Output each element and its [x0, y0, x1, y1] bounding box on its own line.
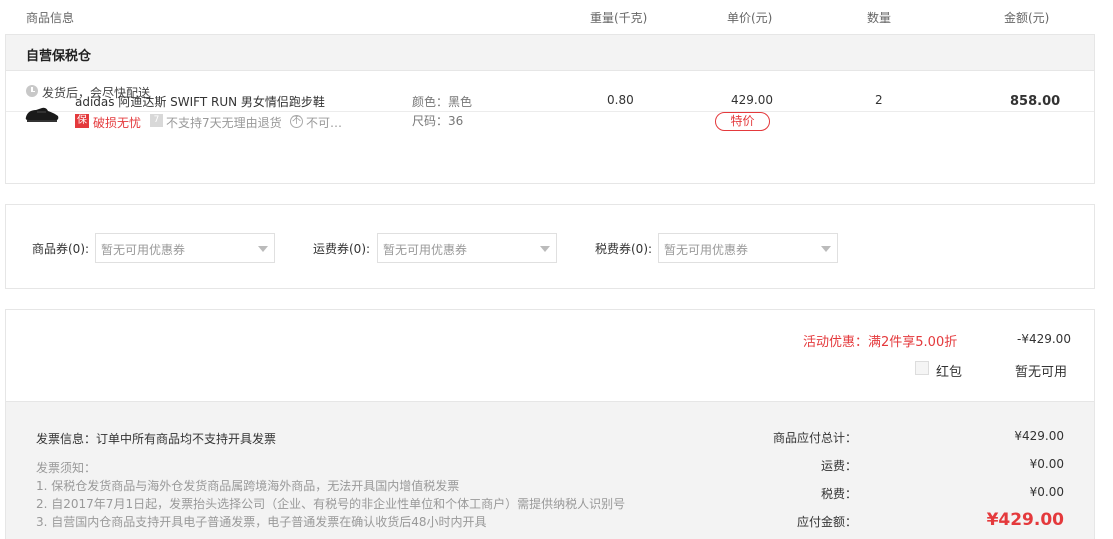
- shipping-coupon-select[interactable]: 暂无可用优惠券: [377, 233, 557, 263]
- red-packet-checkbox[interactable]: [915, 361, 929, 375]
- tax-fee-value: ¥0.00: [1029, 485, 1064, 499]
- chevron-down-icon: [540, 246, 550, 252]
- payable-label: 应付金额：: [796, 515, 857, 529]
- header-unit-price: 单价(元): [727, 11, 773, 25]
- goods-total-value: ¥429.00: [1014, 429, 1064, 443]
- shipping-fee-value: ¥0.00: [1029, 457, 1064, 471]
- goods-coupon-value: 暂无可用优惠券: [101, 243, 186, 257]
- chevron-down-icon: [821, 246, 831, 252]
- red-packet-value: 暂无可用: [1015, 365, 1068, 380]
- damage-protection-icon: 保: [75, 114, 89, 128]
- goods-total-label: 商品应付总计：: [772, 431, 857, 445]
- warehouse-title: 自营保税仓: [26, 49, 92, 64]
- discount-area: 活动优惠：满2件享5.00折 -¥429.00 红包 暂无可用: [6, 310, 1094, 402]
- invoice-note-3: 3. 自营国内仓商品支持开具电子普通发票，电子普通发票在确认收货后48小时内开具: [36, 515, 487, 529]
- item-quantity: 2: [875, 93, 883, 107]
- size-label: 尺码：: [412, 114, 449, 128]
- tax-coupon-label: 税费券(0):: [595, 242, 653, 256]
- not-allowed-tag[interactable]: 不可…: [306, 114, 342, 131]
- coupon-section: 商品券(0): 暂无可用优惠券 运费券(0): 暂无可用优惠券 税费券(0): …: [5, 204, 1095, 289]
- warehouse-title-bar: 自营保税仓: [6, 35, 1094, 71]
- color-label: 颜色：: [412, 95, 449, 109]
- invoice-note-1: 1. 保税仓发货商品与海外仓发货商品属跨境海外商品，无法开具国内增值税发票: [36, 479, 460, 493]
- item-unit-price: 429.00: [731, 93, 773, 107]
- product-name[interactable]: adidas 阿迪达斯 SWIFT RUN 男女情侣跑步鞋: [75, 93, 325, 110]
- tax-fee-label: 税费：: [820, 487, 857, 501]
- payable-amount: ¥429.00: [986, 510, 1064, 530]
- tax-coupon-value: 暂无可用优惠券: [664, 243, 749, 257]
- invoice-info: 发票信息：订单中所有商品均不支持开具发票: [36, 432, 277, 446]
- item-weight: 0.80: [607, 93, 634, 107]
- invoice-notice-title: 发票须知：: [36, 461, 97, 475]
- red-packet-label[interactable]: 红包: [936, 361, 962, 380]
- color-attr: 颜色：黑色: [412, 93, 472, 110]
- header-quantity: 数量: [867, 11, 892, 25]
- special-price-badge: 特价: [715, 112, 770, 131]
- shoe-image[interactable]: [24, 102, 60, 124]
- chevron-down-icon: [258, 246, 268, 252]
- color-value: 黑色: [448, 95, 473, 109]
- damage-protection-tag[interactable]: 破损无忧: [93, 114, 141, 131]
- size-attr: 尺码：36: [412, 112, 463, 129]
- header-amount: 金额(元): [1004, 11, 1050, 25]
- tax-coupon-select[interactable]: 暂无可用优惠券: [658, 233, 838, 263]
- shipping-fee-label: 运费：: [820, 459, 857, 473]
- shipping-coupon-label: 运费券(0):: [313, 242, 371, 256]
- order-summary: 活动优惠：满2件享5.00折 -¥429.00 红包 暂无可用 发票信息：订单中…: [5, 309, 1095, 539]
- header-product-info: 商品信息: [26, 11, 75, 25]
- promo-label: 活动优惠：满2件享5.00折: [803, 335, 958, 350]
- promo-value: -¥429.00: [1017, 332, 1071, 346]
- header-weight: 重量(千克): [590, 11, 648, 25]
- goods-coupon-select[interactable]: 暂无可用优惠券: [95, 233, 275, 263]
- no-return-icon: 7: [150, 114, 163, 127]
- shipping-coupon-value: 暂无可用优惠券: [383, 243, 468, 257]
- size-value: 36: [448, 114, 464, 128]
- no-return-tag[interactable]: 不支持7天无理由退货: [166, 114, 282, 131]
- invoice-note-2: 2. 自2017年7月1日起，发票抬头选择公司（企业、有税号的非企业性单位和个体…: [36, 497, 626, 511]
- clock-icon: [26, 85, 38, 97]
- invoice-and-totals: 发票信息：订单中所有商品均不支持开具发票 发票须知： 1. 保税仓发货商品与海外…: [6, 402, 1094, 539]
- item-amount: 858.00: [1010, 94, 1061, 109]
- not-allowed-icon: 不: [290, 115, 303, 128]
- goods-coupon-label: 商品券(0):: [32, 242, 90, 256]
